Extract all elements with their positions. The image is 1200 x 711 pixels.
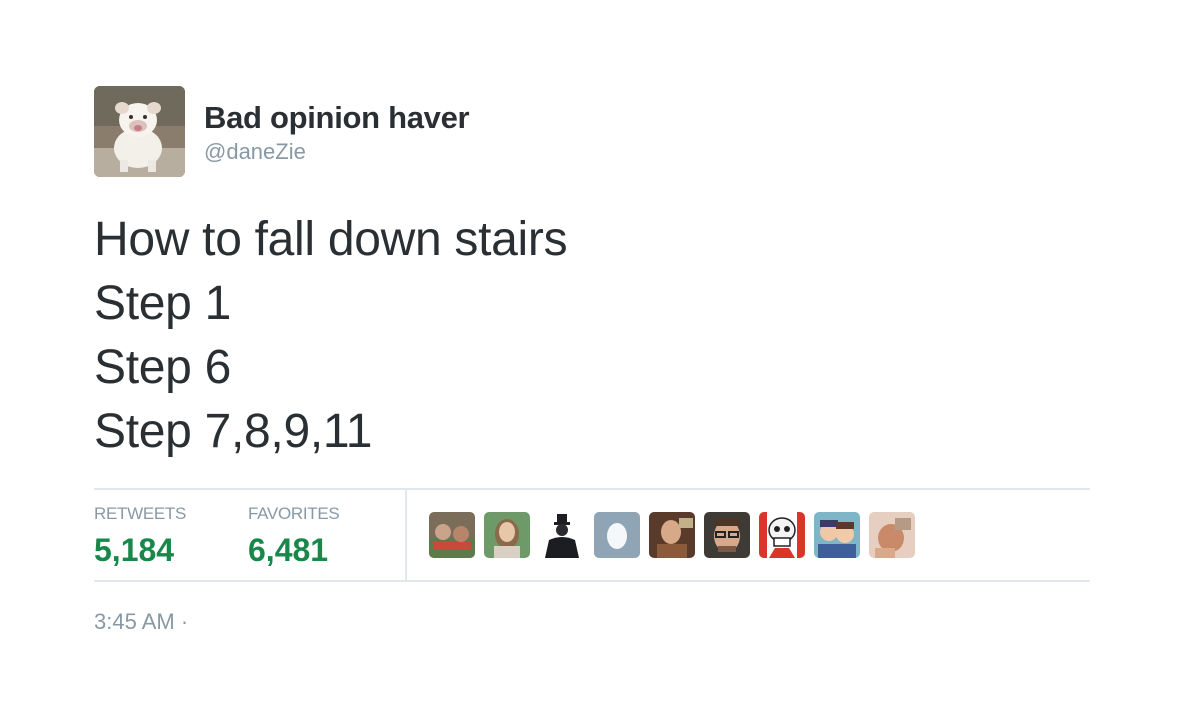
user-photo-icon bbox=[429, 512, 475, 558]
retweets-label: RETWEETS bbox=[94, 504, 187, 523]
favorites-label: FAVORITES bbox=[248, 504, 340, 523]
bulldog-avatar-icon bbox=[94, 86, 185, 177]
user-names: Bad opinion haver @daneZie bbox=[204, 86, 470, 166]
avatar[interactable] bbox=[94, 86, 185, 177]
user-handle[interactable]: @daneZie bbox=[204, 138, 469, 166]
favoriter-avatar[interactable] bbox=[539, 512, 585, 558]
user-photo-icon bbox=[869, 512, 915, 558]
tweet-card: Bad opinion haver @daneZie How to fall d… bbox=[94, 86, 1090, 636]
tweet-text: How to fall down stairs Step 1 Step 6 St… bbox=[94, 208, 1090, 464]
favoriter-avatar[interactable] bbox=[429, 512, 475, 558]
tweet-line: Step 7,8,9,11 bbox=[94, 405, 373, 458]
user-photo-icon bbox=[484, 512, 530, 558]
cartoon-avatar-icon bbox=[814, 512, 860, 558]
tweet-line: Step 6 bbox=[94, 341, 231, 394]
favoriter-avatar[interactable] bbox=[649, 512, 695, 558]
tweet-timestamp[interactable]: 3:45 AM · bbox=[94, 608, 1090, 636]
user-photo-icon bbox=[539, 512, 585, 558]
favoriter-avatar[interactable] bbox=[594, 512, 640, 558]
retweets-count: 5,184 bbox=[94, 532, 175, 568]
user-photo-icon bbox=[704, 512, 750, 558]
display-name[interactable]: Bad opinion haver bbox=[204, 100, 470, 136]
tweet-line: How to fall down stairs bbox=[94, 213, 568, 266]
favoriter-avatar[interactable] bbox=[759, 512, 805, 558]
retweets-stat[interactable]: RETWEETS 5,184 bbox=[94, 490, 248, 580]
favoriter-avatar[interactable] bbox=[704, 512, 750, 558]
tweet-header: Bad opinion haver @daneZie bbox=[94, 86, 1090, 178]
favorites-stat[interactable]: FAVORITES 6,481 bbox=[248, 490, 405, 580]
favoriter-avatars bbox=[407, 490, 915, 580]
tweet-line: Step 1 bbox=[94, 277, 231, 330]
favoriter-avatar[interactable] bbox=[814, 512, 860, 558]
favoriter-avatar[interactable] bbox=[869, 512, 915, 558]
cartoon-avatar-icon bbox=[759, 512, 805, 558]
favoriter-avatar[interactable] bbox=[484, 512, 530, 558]
egg-avatar-icon bbox=[594, 512, 640, 558]
tweet-stats: RETWEETS 5,184 FAVORITES 6,481 bbox=[94, 488, 1090, 582]
favorites-count: 6,481 bbox=[248, 532, 329, 568]
user-photo-icon bbox=[649, 512, 695, 558]
